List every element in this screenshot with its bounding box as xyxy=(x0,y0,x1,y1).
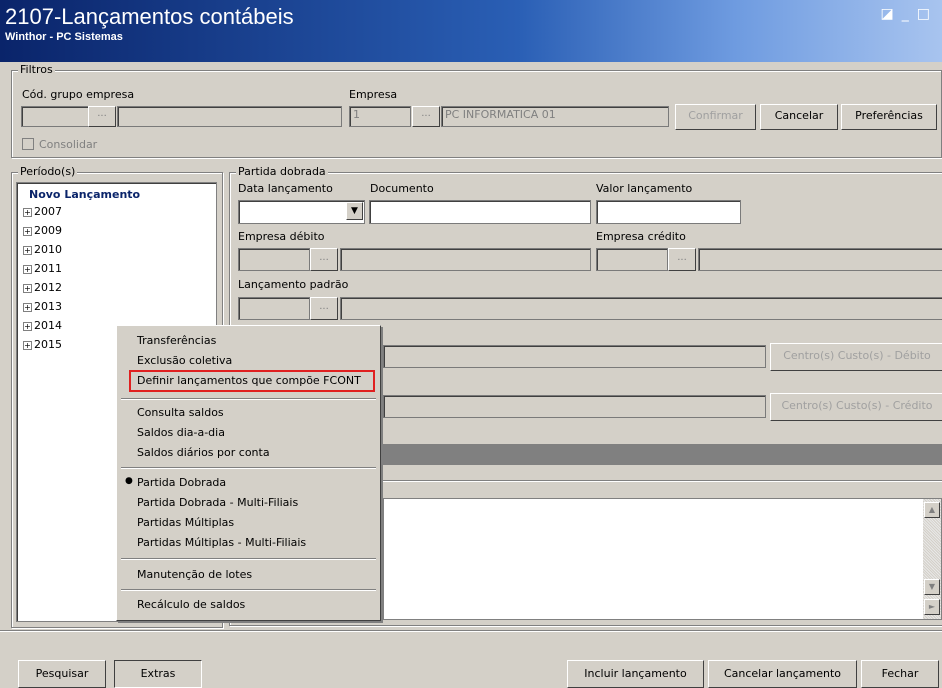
expand-icon[interactable]: + xyxy=(23,264,32,274)
historico-group-line xyxy=(383,480,942,482)
menu-item-partidas-multiplas[interactable]: Partidas Múltiplas xyxy=(137,516,234,529)
tree-item-2013[interactable]: +2013 xyxy=(23,300,62,313)
empresa-lookup-button[interactable]: ... xyxy=(412,106,440,127)
conta-debito-desc xyxy=(383,345,766,368)
historico-memo[interactable]: ▲ ▼ ► xyxy=(383,498,942,620)
tree-item-label: 2011 xyxy=(34,262,62,275)
empresa-debito-input[interactable] xyxy=(238,248,310,271)
tree-item-label: 2013 xyxy=(34,300,62,313)
window-controls[interactable]: ◪_□ xyxy=(881,6,938,22)
empresa-debito-lookup-button[interactable]: ... xyxy=(310,248,338,271)
scroll-down-icon[interactable]: ▼ xyxy=(924,579,940,595)
extras-context-menu: Transferências Exclusão coletiva Definir… xyxy=(116,325,381,621)
data-lancamento-label: Data lançamento xyxy=(238,182,333,195)
documento-label: Documento xyxy=(370,182,434,195)
expand-icon[interactable]: + xyxy=(23,226,32,236)
documento-input[interactable] xyxy=(369,200,591,224)
menu-item-transferencias[interactable]: Transferências xyxy=(137,334,216,347)
tree-item-novo[interactable]: Novo Lançamento xyxy=(29,188,140,201)
tree-item-label: 2007 xyxy=(34,205,62,218)
tree-item-label: 2012 xyxy=(34,281,62,294)
centro-custo-debito-button[interactable]: Centro(s) Custo(s) - Débito xyxy=(770,343,942,371)
menu-item-manutencao-lotes[interactable]: Manutenção de lotes xyxy=(137,568,252,581)
lancamento-padrao-lookup-button[interactable]: ... xyxy=(310,297,338,320)
tree-item-label: 2014 xyxy=(34,319,62,332)
tree-item-label: 2015 xyxy=(34,338,62,351)
scroll-right-icon[interactable]: ► xyxy=(924,599,940,615)
cod-grupo-lookup-button[interactable]: ... xyxy=(88,106,116,127)
empresa-name-value: PC INFORMATICA 01 xyxy=(445,108,556,121)
tree-item-2014[interactable]: +2014 xyxy=(23,319,62,332)
tree-item-2015[interactable]: +2015 xyxy=(23,338,62,351)
empresa-credito-desc xyxy=(698,248,942,271)
grid-header-bar xyxy=(383,444,942,465)
menu-separator xyxy=(121,398,376,400)
lancamento-padrao-label: Lançamento padrão xyxy=(238,278,349,291)
lancamento-padrao-input[interactable] xyxy=(238,297,310,320)
empresa-debito-label: Empresa débito xyxy=(238,230,325,243)
expand-icon[interactable]: + xyxy=(23,321,32,331)
tree-item-2010[interactable]: +2010 xyxy=(23,243,62,256)
menu-item-saldos-diarios[interactable]: Saldos diários por conta xyxy=(137,446,270,459)
centro-custo-credito-button[interactable]: Centro(s) Custo(s) - Crédito xyxy=(770,393,942,421)
memo-scrollbar[interactable]: ▲ ▼ ► xyxy=(923,499,941,619)
menu-item-partidas-multiplas-multi[interactable]: Partidas Múltiplas - Multi-Filiais xyxy=(137,536,306,549)
expand-icon[interactable]: + xyxy=(23,340,32,350)
tree-item-2011[interactable]: +2011 xyxy=(23,262,62,275)
menu-separator xyxy=(121,467,376,469)
menu-item-saldos-dia-a-dia[interactable]: Saldos dia-a-dia xyxy=(137,426,225,439)
tree-item-label: 2010 xyxy=(34,243,62,256)
tree-item-2009[interactable]: +2009 xyxy=(23,224,62,237)
valor-lancamento-input[interactable] xyxy=(596,200,741,224)
menu-item-consulta-saldos[interactable]: Consulta saldos xyxy=(137,406,224,419)
menu-item-recalculo-saldos[interactable]: Recálculo de saldos xyxy=(137,598,245,611)
minimize-icon[interactable]: _ xyxy=(902,6,917,22)
restore-icon[interactable]: ◪ xyxy=(881,6,902,22)
window-title: 2107-Lançamentos contábeis xyxy=(5,4,294,29)
chevron-down-icon[interactable]: ▼ xyxy=(346,202,363,220)
cod-grupo-desc xyxy=(117,106,342,127)
expand-icon[interactable]: + xyxy=(23,302,32,312)
menu-item-partida-dobrada[interactable]: Partida Dobrada xyxy=(137,476,226,489)
expand-icon[interactable]: + xyxy=(23,283,32,293)
confirmar-button[interactable]: Confirmar xyxy=(675,104,756,130)
title-bar: 2107-Lançamentos contábeis Winthor - PC … xyxy=(0,0,942,62)
consolidar-label: Consolidar xyxy=(39,138,98,151)
bottom-divider xyxy=(0,630,942,632)
bullet-icon: ● xyxy=(125,476,133,486)
window-subtitle: Winthor - PC Sistemas xyxy=(5,31,123,43)
filtros-legend: Filtros xyxy=(18,63,55,76)
partida-legend: Partida dobrada xyxy=(236,165,328,178)
conta-credito-desc xyxy=(383,395,766,418)
empresa-credito-lookup-button[interactable]: ... xyxy=(668,248,696,271)
tree-item-2007[interactable]: +2007 xyxy=(23,205,62,218)
empresa-name-field: PC INFORMATICA 01 xyxy=(441,106,669,127)
menu-separator xyxy=(121,589,376,591)
menu-item-exclusao-coletiva[interactable]: Exclusão coletiva xyxy=(137,354,232,367)
scroll-up-icon[interactable]: ▲ xyxy=(924,502,940,518)
lancamento-padrao-desc xyxy=(340,297,942,320)
expand-icon[interactable]: + xyxy=(23,207,32,217)
maximize-icon[interactable]: □ xyxy=(917,6,938,22)
tree-item-label: 2009 xyxy=(34,224,62,237)
empresa-credito-input[interactable] xyxy=(596,248,668,271)
menu-item-definir-fcont[interactable]: Definir lançamentos que compõe FCONT xyxy=(137,374,361,387)
menu-item-partida-dobrada-multi[interactable]: Partida Dobrada - Multi-Filiais xyxy=(137,496,298,509)
empresa-code-input[interactable]: 1 xyxy=(349,106,411,127)
valor-lancamento-label: Valor lançamento xyxy=(596,182,693,195)
cod-grupo-input[interactable] xyxy=(21,106,89,127)
expand-icon[interactable]: + xyxy=(23,245,32,255)
cancelar-filter-button[interactable]: Cancelar xyxy=(760,104,838,130)
data-lancamento-select[interactable]: ▼ xyxy=(238,200,365,224)
cod-grupo-label: Cód. grupo empresa xyxy=(22,88,135,101)
empresa-debito-desc xyxy=(340,248,591,271)
empresa-label: Empresa xyxy=(349,88,398,101)
empresa-code-value: 1 xyxy=(353,108,360,121)
tree-item-2012[interactable]: +2012 xyxy=(23,281,62,294)
consolidar-checkbox[interactable] xyxy=(22,138,34,150)
preferencias-button[interactable]: Preferências xyxy=(841,104,937,130)
menu-separator xyxy=(121,558,376,560)
empresa-credito-label: Empresa crédito xyxy=(596,230,686,243)
periodos-legend: Período(s) xyxy=(18,165,78,178)
